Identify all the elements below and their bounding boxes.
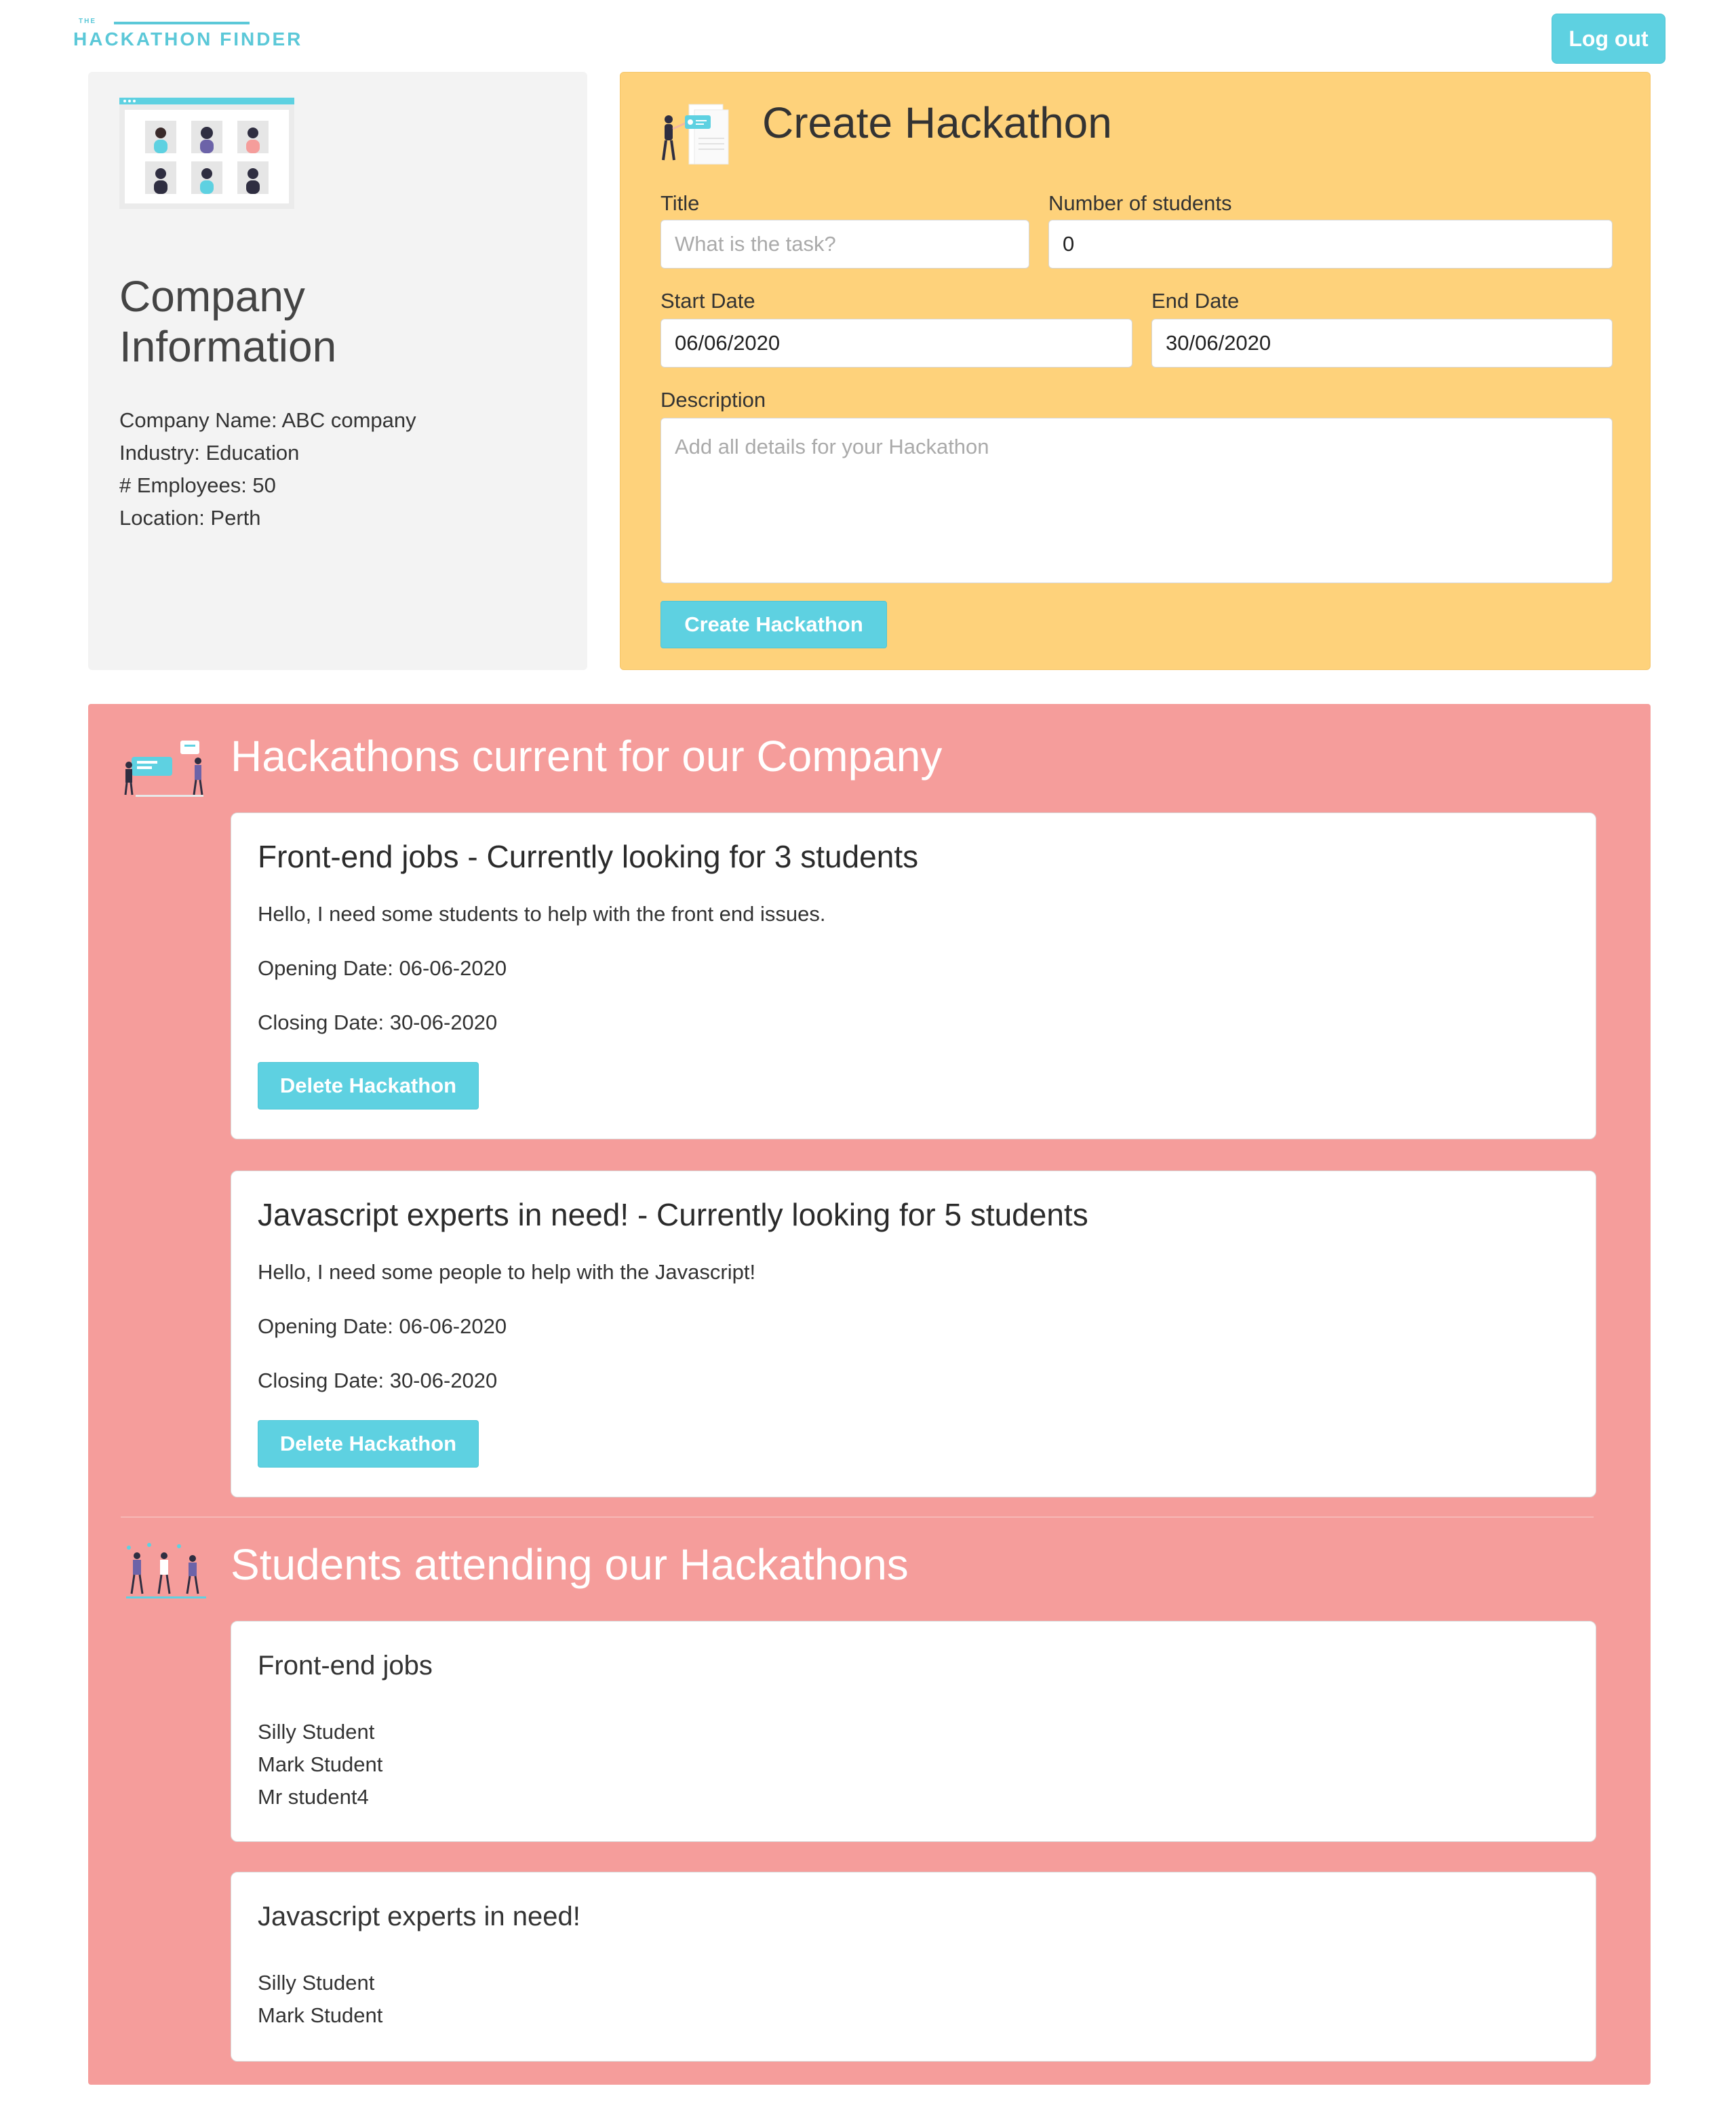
current-hackathons-heading: Hackathons current for our Company xyxy=(231,732,943,781)
description-label: Description xyxy=(660,388,766,412)
create-hackathon-heading: Create Hackathon xyxy=(762,98,1112,147)
section-divider xyxy=(121,1516,1594,1518)
logout-button[interactable]: Log out xyxy=(1552,14,1665,64)
student-name: Mark Student xyxy=(258,1752,383,1776)
student-name: Mark Student xyxy=(258,2003,383,2027)
delete-hackathon-button[interactable]: Delete Hackathon xyxy=(258,1062,479,1110)
hackathon-opening-date: Opening Date: 06-06-2020 xyxy=(258,956,507,980)
create-hackathon-button[interactable]: Create Hackathon xyxy=(660,601,887,648)
end-date-label: End Date xyxy=(1151,289,1240,313)
hackathon-opening-date: Opening Date: 06-06-2020 xyxy=(258,1314,507,1338)
students-label: Number of students xyxy=(1048,191,1232,215)
company-details: Company Name: ABC company Industry: Educ… xyxy=(119,404,416,534)
create-hackathon-illustration xyxy=(654,100,742,168)
attending-students-list: Silly Student Mark Student xyxy=(258,1967,382,2032)
description-textarea[interactable]: Add all details for your Hackathon xyxy=(660,418,1613,583)
presentation-illustration xyxy=(122,737,210,799)
student-name: Mr student4 xyxy=(258,1785,369,1809)
attending-hackathon-title: Javascript experts in need! xyxy=(258,1902,580,1931)
start-date-input[interactable]: 06/06/2020 xyxy=(660,319,1132,368)
attending-card xyxy=(231,1621,1596,1842)
title-input[interactable]: What is the task? xyxy=(660,220,1029,269)
hackathon-closing-date: Closing Date: 30-06-2020 xyxy=(258,1369,498,1392)
company-info-title: Company Information xyxy=(119,272,337,371)
students-group-illustration xyxy=(122,1539,210,1602)
end-date-input[interactable]: 30/06/2020 xyxy=(1151,319,1613,368)
logo-bar xyxy=(114,22,250,24)
attending-students-heading: Students attending our Hackathons xyxy=(231,1540,909,1589)
site-logo[interactable]: THE HACKATHON FINDER xyxy=(73,16,300,57)
student-name: Silly Student xyxy=(258,1720,375,1744)
company-name-line: Company Name: ABC company xyxy=(119,408,416,432)
company-employees-line: # Employees: 50 xyxy=(119,473,276,497)
team-grid-illustration xyxy=(119,98,294,209)
logo-main-text: HACKATHON FINDER xyxy=(73,28,303,50)
logo-small-text: THE xyxy=(79,18,96,25)
attending-card xyxy=(231,1872,1596,2062)
start-date-label: Start Date xyxy=(660,289,755,313)
students-input[interactable]: 0 xyxy=(1048,220,1613,269)
hackathon-closing-date: Closing Date: 30-06-2020 xyxy=(258,1010,498,1034)
hackathon-title: Front-end jobs - Currently looking for 3… xyxy=(258,839,919,874)
title-label: Title xyxy=(660,191,700,215)
hackathon-description: Hello, I need some students to help with… xyxy=(258,902,826,926)
company-location-line: Location: Perth xyxy=(119,506,261,530)
attending-students-list: Silly Student Mark Student Mr student4 xyxy=(258,1716,382,1813)
delete-hackathon-button[interactable]: Delete Hackathon xyxy=(258,1420,479,1468)
hackathon-description: Hello, I need some people to help with t… xyxy=(258,1260,756,1284)
student-name: Silly Student xyxy=(258,1971,375,1995)
attending-hackathon-title: Front-end jobs xyxy=(258,1651,433,1681)
company-industry-line: Industry: Education xyxy=(119,441,300,465)
hackathon-title: Javascript experts in need! - Currently … xyxy=(258,1197,1088,1232)
